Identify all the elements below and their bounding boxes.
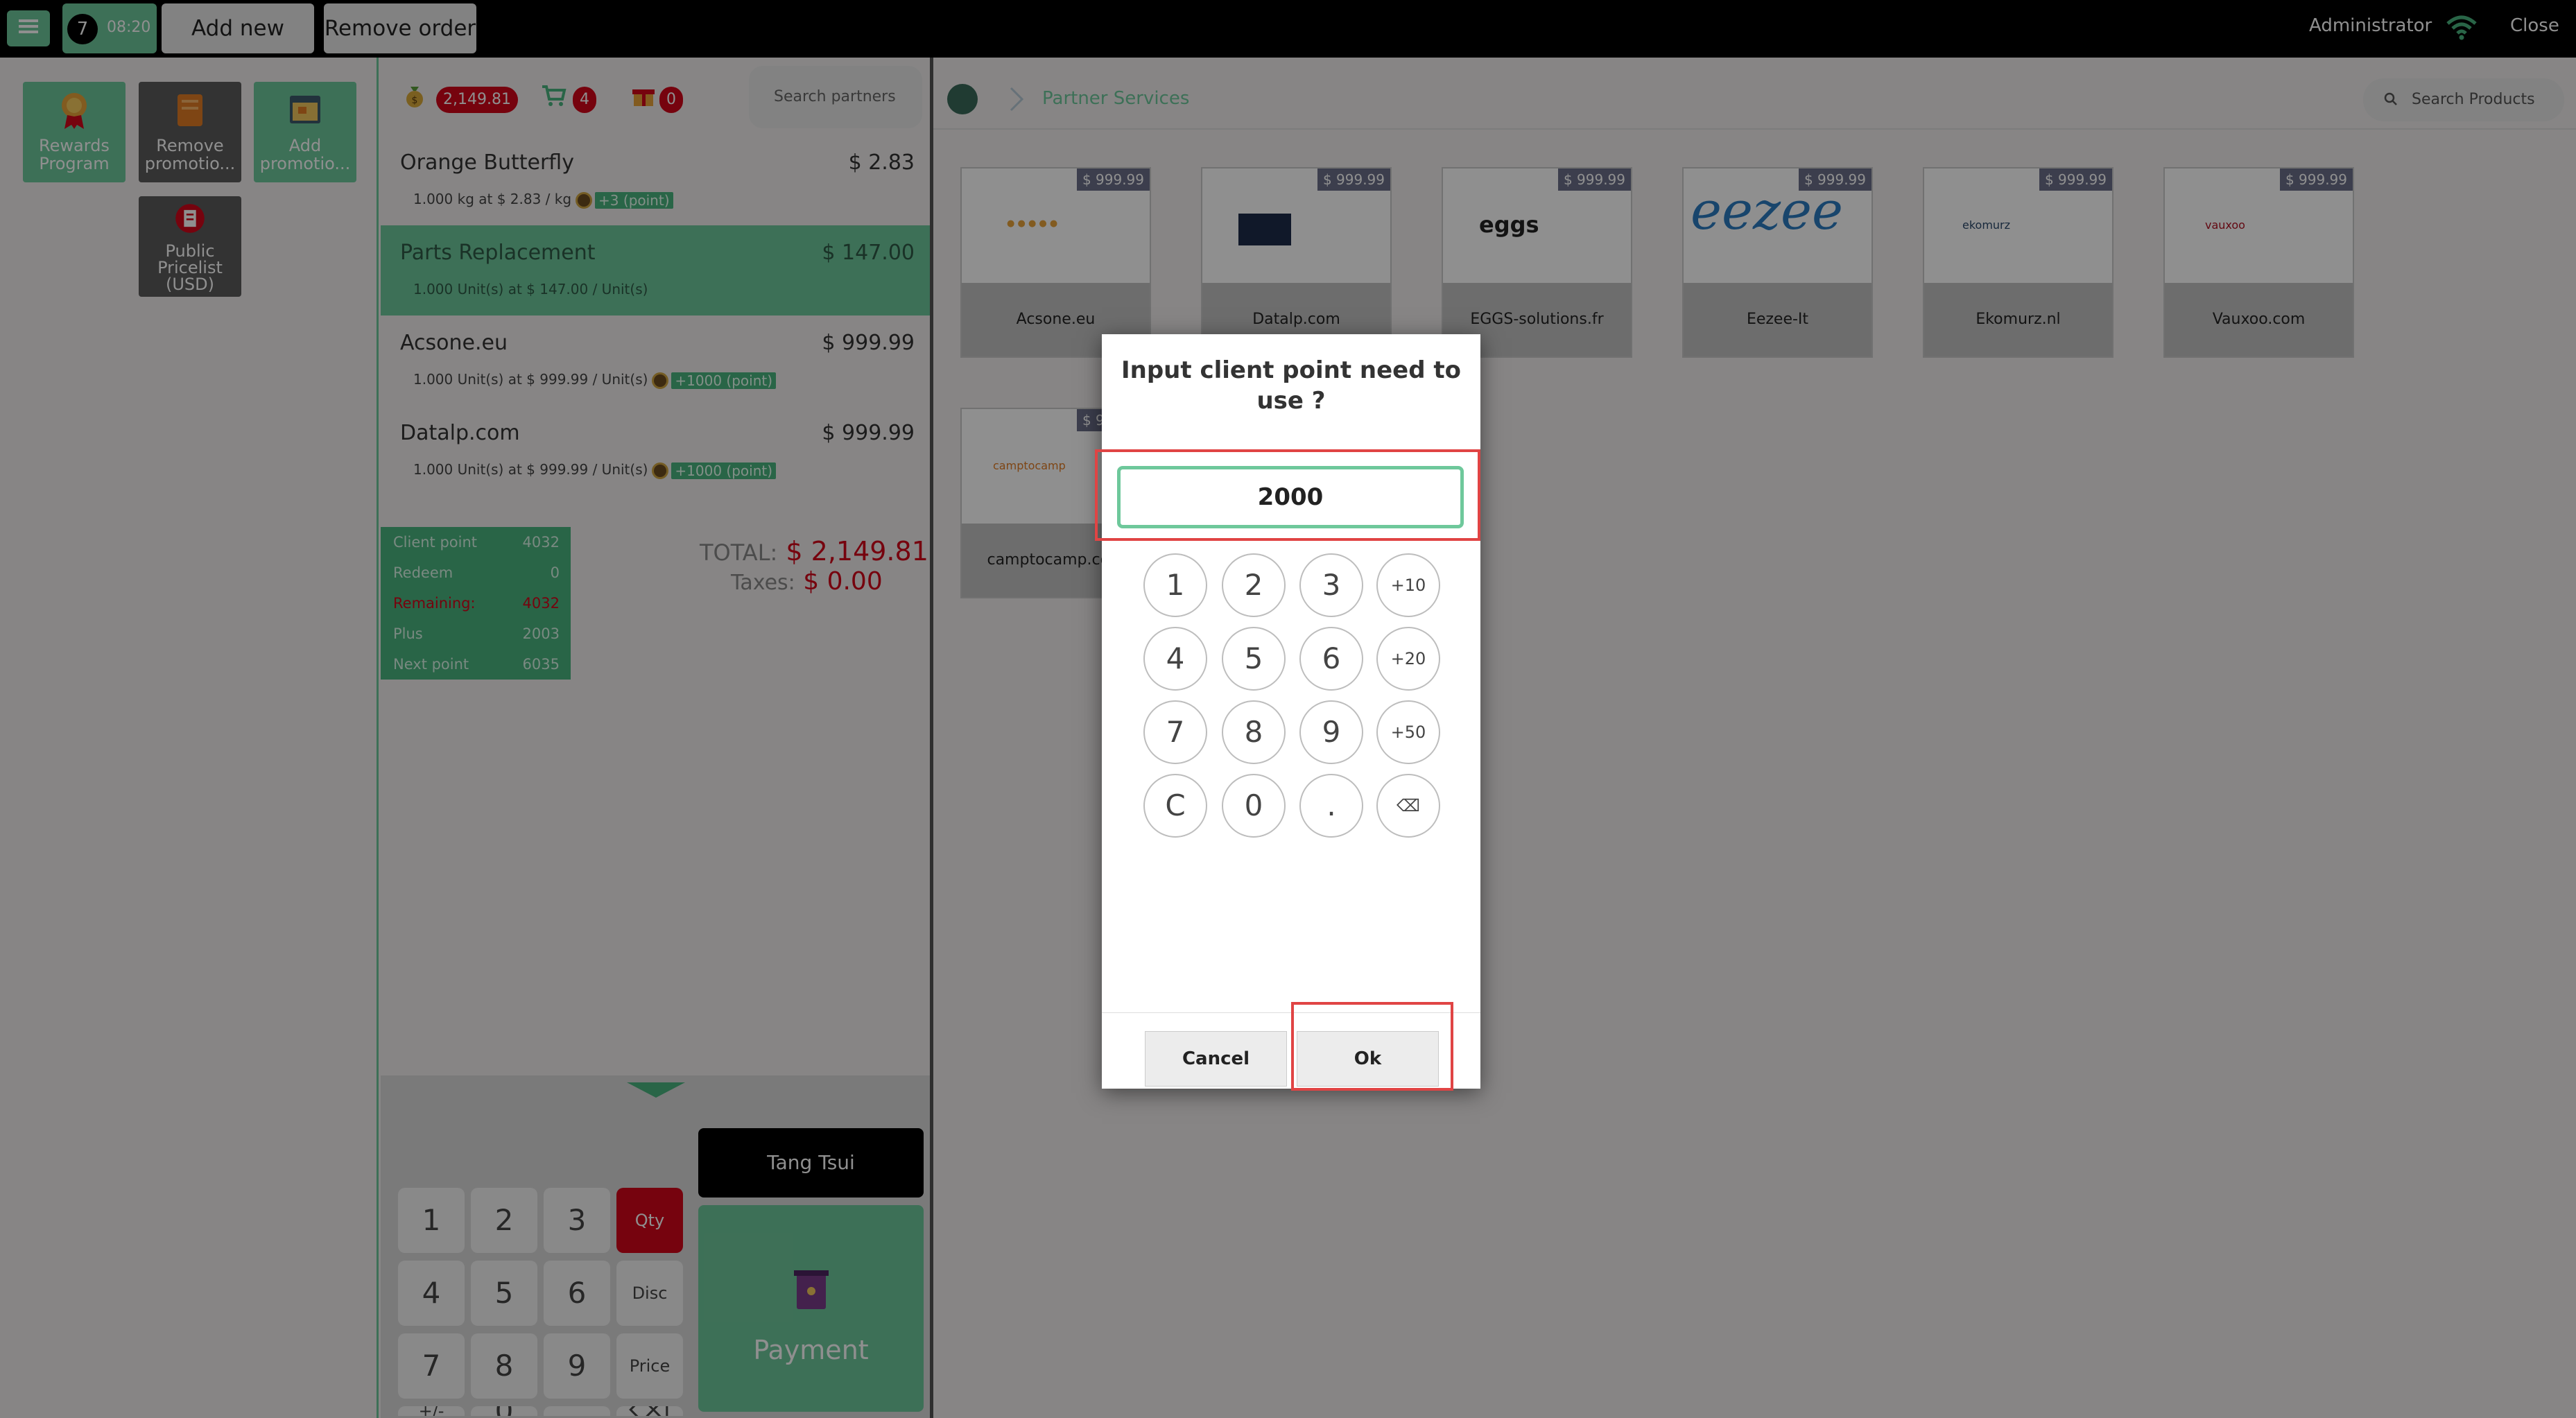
dialog-key-3[interactable]: 3: [1299, 553, 1363, 617]
dialog-key-6[interactable]: 6: [1299, 627, 1363, 691]
input-highlight-box: [1095, 449, 1480, 541]
dialog-title: Input client point need to use ?: [1121, 356, 1462, 415]
dialog-key-9[interactable]: 9: [1299, 700, 1363, 764]
dialog-key-backspace[interactable]: ⌫: [1376, 774, 1440, 838]
dialog-key-7[interactable]: 7: [1143, 700, 1207, 764]
dialog-key-plus-20[interactable]: +20: [1376, 627, 1440, 691]
dialog-key-clear[interactable]: C: [1143, 774, 1207, 838]
dialog-key-dot[interactable]: .: [1299, 774, 1363, 838]
dialog-key-0[interactable]: 0: [1222, 774, 1286, 838]
dialog-key-plus-50[interactable]: +50: [1376, 700, 1440, 764]
dialog-key-2[interactable]: 2: [1222, 553, 1286, 617]
dialog-key-8[interactable]: 8: [1222, 700, 1286, 764]
dialog-key-5[interactable]: 5: [1222, 627, 1286, 691]
dialog-key-plus-10[interactable]: +10: [1376, 553, 1440, 617]
cancel-button[interactable]: Cancel: [1145, 1031, 1287, 1087]
points-input-dialog: Input client point need to use ? 2000 1 …: [1102, 334, 1480, 1089]
dialog-key-1[interactable]: 1: [1143, 553, 1207, 617]
ok-highlight-box: [1291, 1002, 1453, 1091]
dialog-key-4[interactable]: 4: [1143, 627, 1207, 691]
